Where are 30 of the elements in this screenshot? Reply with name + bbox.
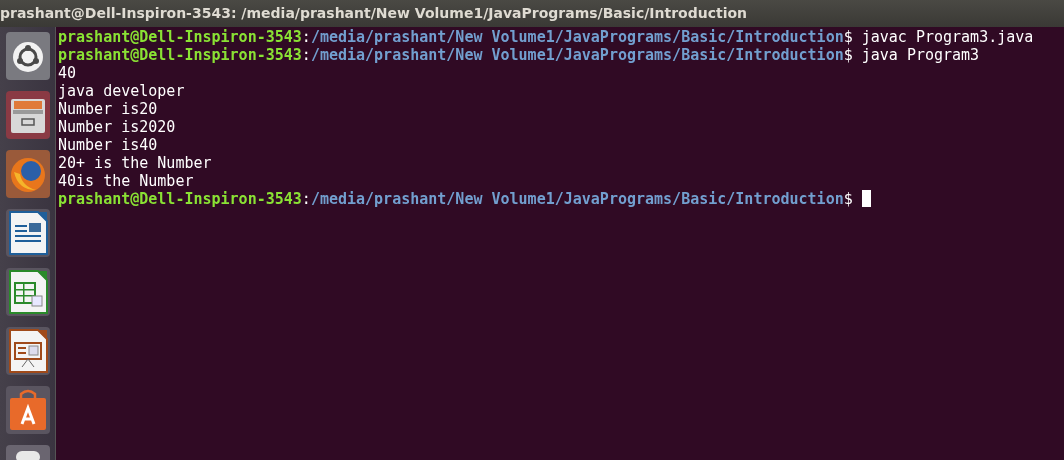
ubuntu-logo-icon[interactable] — [5, 32, 50, 80]
prompt-user: prashant@Dell-Inspiron-3543 — [58, 28, 302, 46]
presentation-icon[interactable] — [5, 327, 50, 375]
prompt-separator: : — [301, 190, 311, 208]
shopping-bag-icon[interactable] — [5, 386, 50, 434]
output-line: 20+ is the Number — [58, 154, 212, 172]
fox-globe-icon[interactable] — [5, 150, 50, 198]
prompt-path: /media/prashant/New Volume1/JavaPrograms/Basic/Introduction — [310, 190, 844, 208]
output-line: Number is40 — [58, 136, 158, 154]
output-line: Number is20 — [58, 100, 158, 118]
output-line: Number is2020 — [58, 118, 176, 136]
prompt-user: prashant@Dell-Inspiron-3543 — [58, 190, 302, 208]
output-line: java developer — [58, 82, 185, 100]
prompt-path: /media/prashant/New Volume1/JavaPrograms/Basic/Introduction — [310, 46, 844, 64]
prompt-symbol: $ — [843, 28, 853, 46]
command-text: javac Program3.java — [861, 28, 1034, 46]
command-text: java Program3 — [861, 46, 980, 64]
spreadsheet-icon[interactable] — [5, 268, 50, 316]
prompt-symbol: $ — [843, 46, 853, 64]
document-icon[interactable] — [5, 209, 50, 257]
prompt-symbol: $ — [843, 190, 853, 208]
file-cabinet-icon[interactable] — [5, 91, 50, 139]
window-title: prashant@Dell-Inspiron-3543: /media/prashant/New Volume1/JavaPrograms/Basic/Introduction — [0, 4, 748, 23]
prompt-path: /media/prashant/New Volume1/JavaPrograms/Basic/Introduction — [310, 28, 844, 46]
launcher-icon[interactable] — [5, 445, 50, 460]
prompt-separator: : — [301, 28, 311, 46]
output-line: 40is the Number — [58, 172, 194, 190]
prompt-separator: : — [301, 46, 311, 64]
prompt-user: prashant@Dell-Inspiron-3543 — [58, 46, 302, 64]
output-line: 40 — [58, 64, 77, 82]
